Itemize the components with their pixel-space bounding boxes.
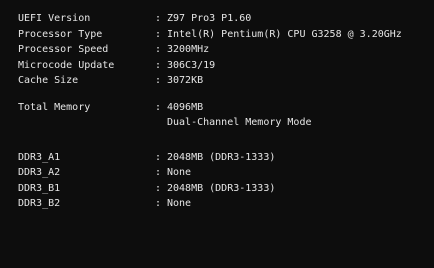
ddr3-b2-row: DDR3_B2 : None [18, 196, 434, 212]
uefi-version-value: Z97 Pro3 P1.60 [167, 13, 252, 24]
ddr3-a2-value: None [167, 167, 192, 178]
separator: : [155, 167, 162, 178]
processor-speed-row: Processor Speed : 3200MHz [18, 42, 434, 58]
uefi-version-label: UEFI Version [18, 13, 91, 24]
separator: : [155, 182, 162, 194]
separator: : [155, 151, 162, 163]
separator: : [155, 198, 162, 209]
ddr3-a1-row: DDR3_A1 : 2048MB (DDR3-1333) [18, 150, 434, 166]
processor-type-label: Processor Type [18, 28, 103, 40]
cache-size-label: Cache Size [18, 75, 79, 86]
separator: : [155, 28, 162, 40]
bios-info-screen: UEFI Version : Z97 Pro3 P1.60 Processor … [0, 0, 434, 268]
ddr3-b1-row: DDR3_B1 : 2048MB (DDR3-1333) [18, 181, 434, 197]
separator: : [155, 101, 162, 113]
ddr3-a2-label: DDR3_A2 [18, 167, 61, 178]
ddr3-b1-label: DDR3_B1 [18, 182, 61, 194]
microcode-update-row: Microcode Update : 306C3/19 [18, 58, 434, 74]
memory-mode-value: Dual-Channel Memory Mode [167, 117, 312, 128]
separator: : [155, 75, 162, 86]
separator: : [155, 59, 162, 71]
processor-speed-label: Processor Speed [18, 44, 109, 55]
microcode-update-value: 306C3/19 [167, 59, 216, 71]
processor-type-row: Processor Type : Intel(R) Pentium(R) CPU… [18, 27, 434, 43]
processor-type-value: Intel(R) Pentium(R) CPU G3258 @ 3.20GHz [167, 28, 402, 40]
ddr3-b2-value: None [167, 198, 192, 209]
ddr3-b2-label: DDR3_B2 [18, 198, 61, 209]
cache-size-row: Cache Size : 3072KB [18, 73, 434, 89]
uefi-version-row: UEFI Version : Z97 Pro3 P1.60 [18, 11, 434, 27]
ddr3-b1-value: 2048MB (DDR3-1333) [167, 182, 276, 194]
processor-speed-value: 3200MHz [167, 44, 210, 55]
total-memory-value: 4096MB [167, 101, 204, 113]
cache-size-value: 3072KB [167, 75, 204, 86]
separator: : [155, 44, 162, 55]
microcode-update-label: Microcode Update [18, 59, 115, 71]
ddr3-a2-row: DDR3_A2 : None [18, 165, 434, 181]
total-memory-row: Total Memory : 4096MB [18, 100, 434, 116]
ddr3-a1-value: 2048MB (DDR3-1333) [167, 151, 276, 163]
ddr3-a1-label: DDR3_A1 [18, 151, 61, 163]
total-memory-label: Total Memory [18, 101, 91, 113]
separator: : [155, 13, 162, 24]
